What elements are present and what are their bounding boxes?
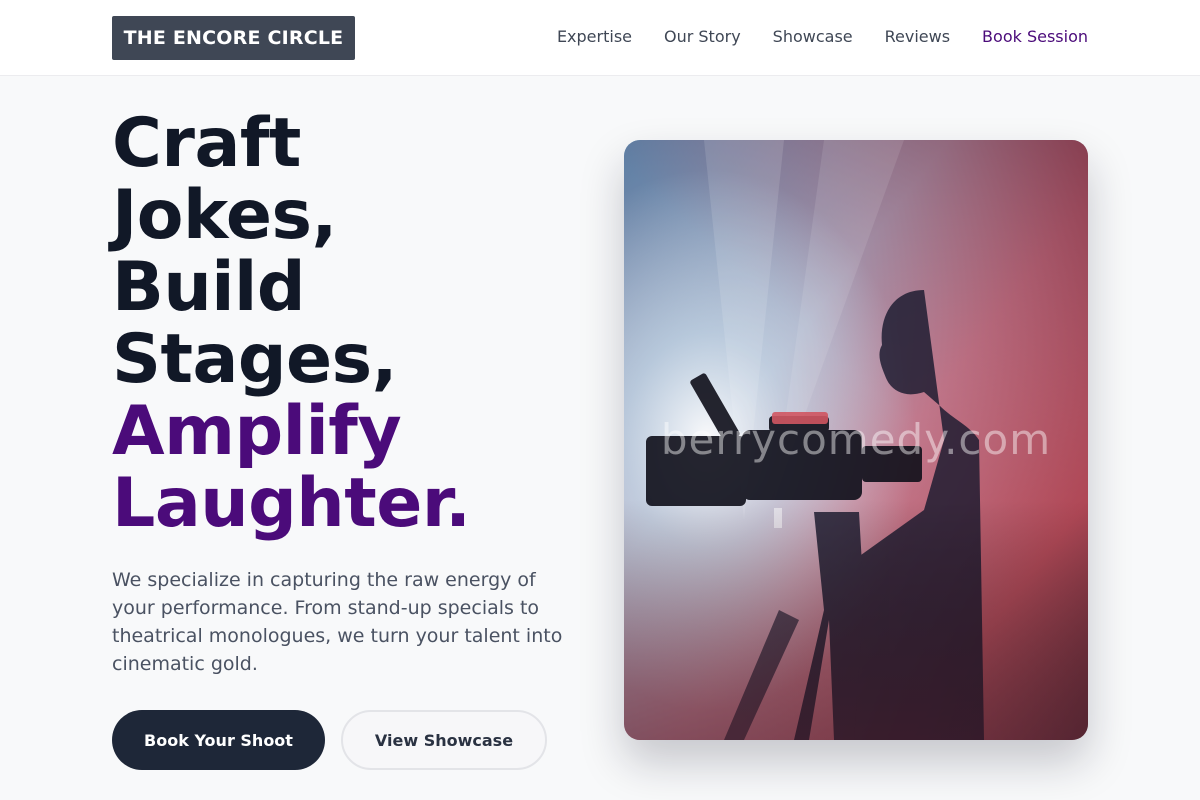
book-your-shoot-button[interactable]: Book Your Shoot [112, 710, 325, 770]
top-navbar: THE ENCORE CIRCLE Expertise Our Story Sh… [0, 0, 1200, 76]
headline-line: Craft [112, 104, 301, 183]
hero-headline: Craft Jokes, Build Stages, Amplify Laugh… [112, 108, 592, 540]
view-showcase-button[interactable]: View Showcase [341, 710, 547, 770]
nav-link-showcase[interactable]: Showcase [773, 27, 853, 46]
nav-link-our-story[interactable]: Our Story [664, 27, 741, 46]
nav-link-expertise[interactable]: Expertise [557, 27, 632, 46]
headline-accent-line: Laughter. [112, 464, 471, 543]
image-watermark: berrycomedy.com [660, 415, 1052, 464]
nav-link-book-session[interactable]: Book Session [982, 27, 1088, 46]
hero-description: We specialize in capturing the raw energ… [112, 569, 563, 675]
headline-line: Stages, [112, 320, 397, 399]
nav-links: Expertise Our Story Showcase Reviews Boo… [557, 24, 1088, 48]
hero-image: berrycomedy.com [624, 140, 1088, 740]
brand-logo[interactable]: THE ENCORE CIRCLE [112, 16, 355, 60]
headline-accent-line: Amplify [112, 392, 402, 471]
headline-line: Build [112, 248, 306, 327]
headline-line: Jokes, [112, 176, 337, 255]
nav-link-reviews[interactable]: Reviews [885, 27, 950, 46]
